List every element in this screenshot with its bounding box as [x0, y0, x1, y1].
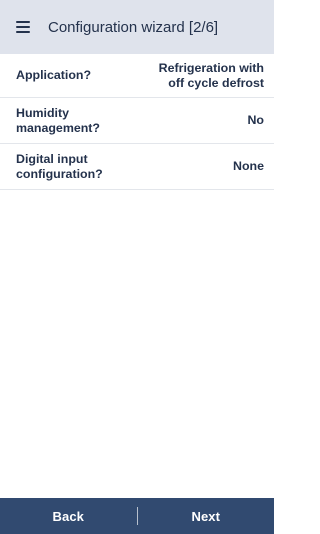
- humidity-management-row[interactable]: Humidity management? No: [0, 98, 274, 144]
- application-value: Refrigeration with off cycle defrost: [158, 60, 264, 90]
- menu-icon-line-bottom: [16, 31, 30, 33]
- digital-input-configuration-value: None: [233, 159, 264, 173]
- wizard-footer: Back Next: [0, 498, 274, 534]
- menu-icon[interactable]: [16, 21, 30, 33]
- digital-input-configuration-label: Digital input configuration?: [16, 151, 103, 181]
- page-title: Configuration wizard [2/6]: [48, 18, 219, 36]
- menu-icon-line-middle: [16, 26, 30, 28]
- next-button[interactable]: Next: [138, 498, 275, 534]
- application-row[interactable]: Application? Refrigeration with off cycl…: [0, 54, 274, 98]
- application-label: Application?: [16, 68, 92, 82]
- menu-icon-line-top: [16, 21, 30, 23]
- header-bar: Configuration wizard [2/6]: [0, 0, 274, 54]
- back-button[interactable]: Back: [0, 498, 137, 534]
- wizard-question-list: Application? Refrigeration with off cycl…: [0, 54, 274, 190]
- configuration-wizard-screen: Configuration wizard [2/6] Application? …: [0, 0, 274, 534]
- humidity-management-value: No: [247, 113, 264, 127]
- digital-input-configuration-row[interactable]: Digital input configuration? None: [0, 144, 274, 190]
- humidity-management-label: Humidity management?: [16, 105, 100, 135]
